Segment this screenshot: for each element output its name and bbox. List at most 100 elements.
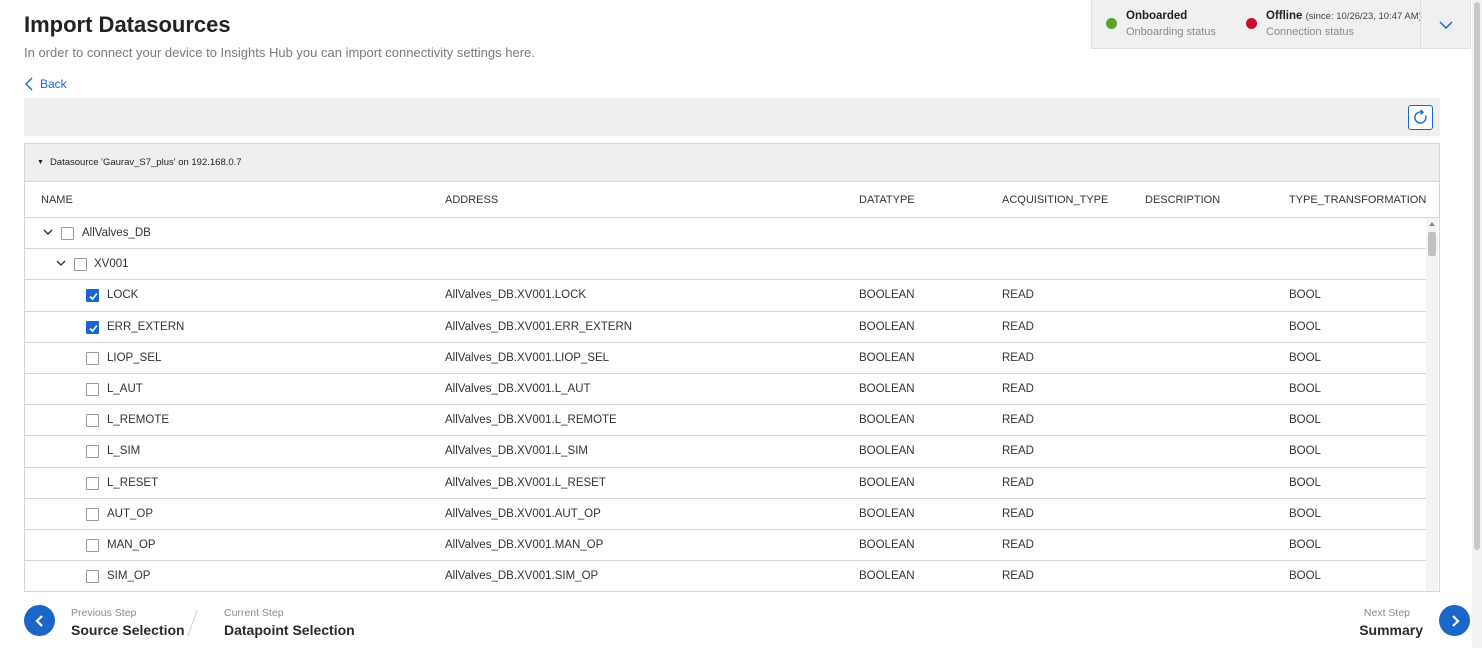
acquisition-type-cell: READ <box>1002 351 1034 364</box>
acquisition-type-cell: READ <box>1002 538 1034 551</box>
acquisition-type-cell: READ <box>1002 476 1034 489</box>
type-transformation-cell: BOOL <box>1289 320 1321 333</box>
table-row[interactable]: L_AUT AllValves_DB.XV001.L_AUT BOOLEAN READ… <box>25 374 1426 406</box>
chevron-down-icon[interactable] <box>42 226 54 238</box>
type-transformation-cell: BOOL <box>1289 538 1321 551</box>
previous-step-name[interactable]: Source Selection <box>71 622 185 638</box>
status-expand-button[interactable] <box>1420 0 1470 49</box>
back-link[interactable]: Back <box>24 77 67 91</box>
checkmark-icon <box>89 324 98 332</box>
table-row[interactable]: L_SIM AllValves_DB.XV001.L_SIM BOOLEAN READ… <box>25 436 1426 468</box>
name-cell: LOCK <box>107 289 139 302</box>
scroll-thumb[interactable] <box>1428 232 1436 256</box>
previous-step-label: Previous Step <box>71 607 137 619</box>
col-name[interactable]: NAME <box>41 194 73 206</box>
datatype-cell: BOOLEAN <box>859 476 915 489</box>
address-cell: AllValves_DB.XV001.ERR_EXTERN <box>445 320 633 333</box>
connection-status: Offline (since: 10/26/23, 10:47 AM) Conn… <box>1246 0 1422 48</box>
col-datatype[interactable]: DATATYPE <box>859 194 915 206</box>
group-row[interactable]: XV001 <box>25 249 1426 281</box>
name-cell: L_REMOTE <box>107 414 169 427</box>
acquisition-type-cell: READ <box>1002 289 1034 302</box>
back-label: Back <box>40 77 67 91</box>
row-checkbox[interactable] <box>86 538 99 552</box>
datatype-cell: BOOLEAN <box>859 320 915 333</box>
address-cell: AllValves_DB.XV001.SIM_OP <box>445 570 599 583</box>
page-scrollbar[interactable] <box>1472 0 1482 648</box>
col-address[interactable]: ADDRESS <box>445 194 498 206</box>
table-row[interactable]: ERR_EXTERN AllValves_DB.XV001.ERR_EXTERN B… <box>25 312 1426 343</box>
row-checkbox[interactable] <box>86 414 99 428</box>
table-row[interactable]: MAN_OP AllValves_DB.XV001.MAN_OP BOOLEAN RE… <box>25 530 1426 562</box>
refresh-button[interactable] <box>1408 105 1433 130</box>
step-divider <box>187 610 198 636</box>
name-cell: MAN_OP <box>107 538 156 551</box>
type-transformation-cell: BOOL <box>1289 382 1321 395</box>
type-transformation-cell: BOOL <box>1289 507 1321 520</box>
table-row[interactable]: L_REMOTE AllValves_DB.XV001.L_REMOTE BOOLE… <box>25 405 1426 437</box>
table-row[interactable]: SIM_OP AllValves_DB.XV001.SIM_OP BOOLEAN RE… <box>25 561 1426 591</box>
onboard-status: Onboarded Onboarding status <box>1106 0 1246 48</box>
col-description[interactable]: DESCRIPTION <box>1145 194 1220 206</box>
next-step-label: Next Step <box>1363 607 1410 619</box>
onboard-status-dot <box>1106 18 1117 29</box>
next-step-name[interactable]: Summary <box>1359 622 1423 638</box>
page-scroll-thumb[interactable] <box>1474 2 1480 550</box>
connection-since: (since: 10/26/23, 10:47 AM) <box>1305 11 1422 22</box>
checkmark-icon <box>89 293 98 301</box>
row-checkbox[interactable] <box>86 445 99 459</box>
connection-label: Offline <box>1266 10 1303 22</box>
col-acquisition-type[interactable]: ACQUISITION_TYPE <box>1002 194 1108 206</box>
chevron-left-icon <box>25 77 33 91</box>
group-name: AllValves_DB <box>82 227 151 239</box>
address-cell: AllValves_DB.XV001.L_RESET <box>445 476 606 489</box>
name-cell: LIOP_SEL <box>107 351 162 364</box>
address-cell: AllValves_DB.XV001.MAN_OP <box>445 538 604 551</box>
previous-step-button[interactable] <box>24 605 55 636</box>
name-cell: AUT_OP <box>107 507 154 520</box>
row-checkbox[interactable] <box>86 507 99 521</box>
datatype-cell: BOOLEAN <box>859 289 915 302</box>
table-row[interactable]: AUT_OP AllValves_DB.XV001.AUT_OP BOOLEAN RE… <box>25 499 1426 530</box>
datasource-header[interactable]: ▼ Datasource 'Gaurav_S7_plus' on 192.168… <box>25 144 1439 182</box>
datatype-cell: BOOLEAN <box>859 351 915 364</box>
datatype-cell: BOOLEAN <box>859 382 915 395</box>
next-step-button[interactable] <box>1439 605 1470 636</box>
type-transformation-cell: BOOL <box>1289 476 1321 489</box>
table-row[interactable]: L_RESET AllValves_DB.XV001.L_RESET BOOLEAN… <box>25 468 1426 499</box>
chevron-right-icon <box>1451 614 1460 627</box>
row-checkbox[interactable] <box>86 382 99 396</box>
datatype-cell: BOOLEAN <box>859 570 915 583</box>
refresh-icon <box>1414 109 1427 124</box>
table-row[interactable]: LIOP_SEL AllValves_DB.XV001.LIOP_SEL BOOLE… <box>25 343 1426 374</box>
table-scrollbar[interactable] <box>1426 218 1438 591</box>
toolbar-band <box>24 98 1440 136</box>
name-cell: L_AUT <box>107 382 143 395</box>
address-cell: AllValves_DB.XV001.AUT_OP <box>445 507 601 520</box>
table-row[interactable]: LOCK AllValves_DB.XV001.LOCK BOOLEAN READ BO… <box>25 280 1426 312</box>
type-transformation-cell: BOOL <box>1289 570 1321 583</box>
datatype-cell: BOOLEAN <box>859 414 915 427</box>
group-row[interactable]: AllValves_DB <box>25 218 1426 250</box>
address-cell: AllValves_DB.XV001.LIOP_SEL <box>445 351 610 364</box>
scroll-up-arrow[interactable] <box>1429 222 1435 226</box>
group-checkbox[interactable] <box>61 227 74 240</box>
name-cell: L_SIM <box>107 445 141 458</box>
datatype-cell: BOOLEAN <box>859 445 915 458</box>
row-checkbox[interactable] <box>86 476 99 490</box>
type-transformation-cell: BOOL <box>1289 289 1321 302</box>
address-cell: AllValves_DB.XV001.L_AUT <box>445 382 591 395</box>
acquisition-type-cell: READ <box>1002 414 1034 427</box>
row-checkbox[interactable] <box>86 351 99 365</box>
page-subtitle: In order to connect your device to Insig… <box>24 45 535 60</box>
acquisition-type-cell: READ <box>1002 445 1034 458</box>
row-checkbox[interactable] <box>86 570 99 584</box>
chevron-down-icon[interactable] <box>55 257 67 269</box>
group-checkbox[interactable] <box>74 258 87 272</box>
col-type-transformation[interactable]: TYPE_TRANSFORMATION <box>1289 194 1426 206</box>
row-checkbox[interactable] <box>86 320 99 334</box>
datatype-cell: BOOLEAN <box>859 507 915 520</box>
chevron-down-icon <box>1438 20 1453 29</box>
address-cell: AllValves_DB.XV001.LOCK <box>445 289 587 302</box>
row-checkbox[interactable] <box>86 289 99 303</box>
